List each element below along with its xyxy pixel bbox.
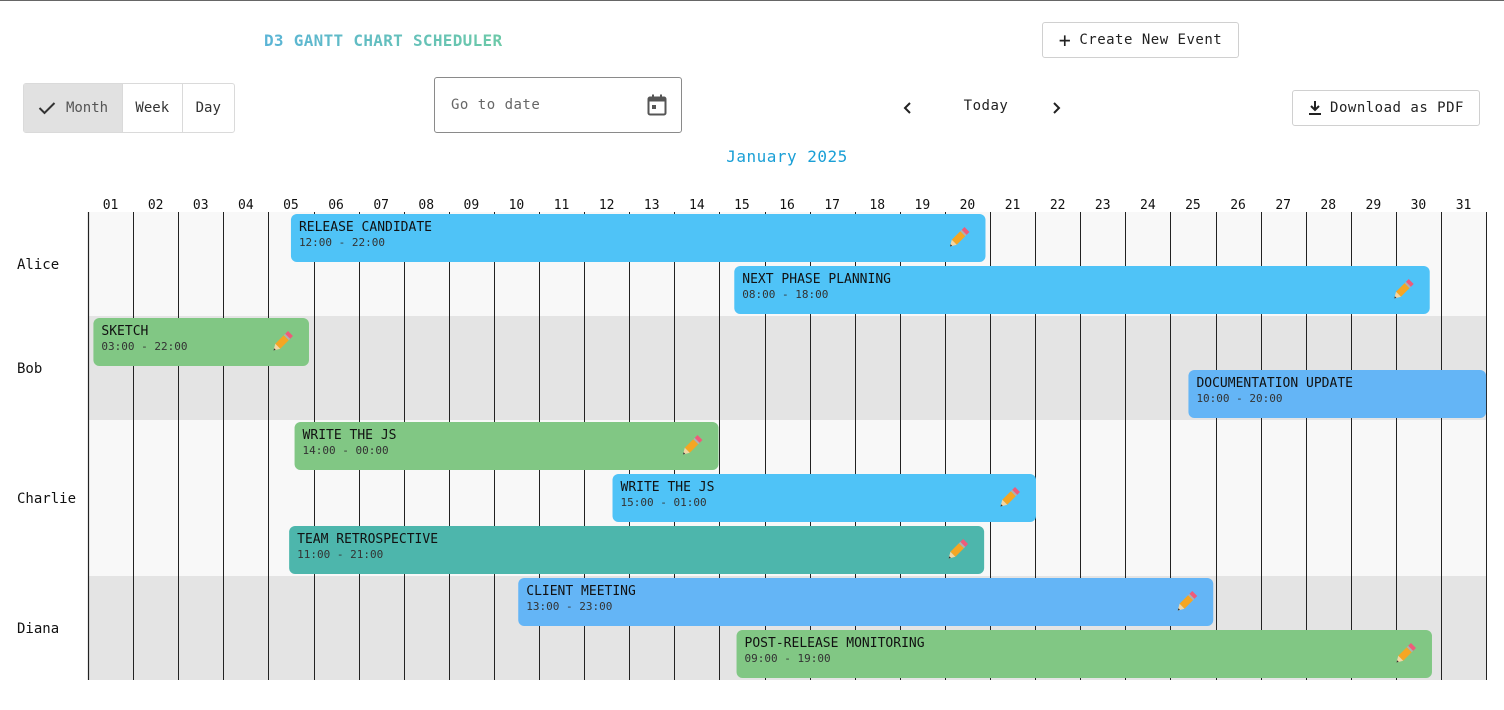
event-time: 12:00 - 22:00 [299,236,385,249]
prev-month-button[interactable] [898,97,918,119]
day-label: 03 [193,198,209,213]
event-time: 11:00 - 21:00 [297,548,383,561]
event-time: 15:00 - 01:00 [621,496,707,509]
day-label: 26 [1230,198,1246,213]
row-label: Bob [17,361,42,377]
day-label: 17 [824,198,840,213]
event-title: TEAM RETROSPECTIVE [297,532,438,547]
day-label: 11 [554,198,570,213]
day-label: 21 [1005,198,1021,213]
day-label: 02 [148,198,164,213]
create-event-button[interactable]: + Create New Event [1042,22,1239,58]
day-label: 29 [1366,198,1382,213]
day-label: 22 [1050,198,1066,213]
day-label: 10 [509,198,525,213]
row-label: Charlie [17,491,76,507]
view-week-button[interactable]: Week [123,84,183,132]
next-month-button[interactable] [1046,97,1066,119]
day-label: 08 [418,198,434,213]
event-title: CLIENT MEETING [526,584,636,599]
check-icon [38,102,56,115]
day-label: 20 [960,198,976,213]
day-label: 12 [599,198,615,213]
download-icon [1309,101,1322,115]
app-title: D3 GANTT CHART SCHEDULER [264,31,503,50]
month-label: January 2025 [726,147,848,166]
chevron-left-icon [903,102,911,114]
event-title: DOCUMENTATION UPDATE [1196,376,1353,391]
go-to-date-input[interactable] [449,96,647,114]
event-title: WRITE THE JS [303,428,397,443]
event-time: 13:00 - 23:00 [526,600,612,613]
day-label: 16 [779,198,795,213]
view-month-button[interactable]: Month [24,84,124,132]
day-label: 30 [1411,198,1427,213]
event-time: 09:00 - 19:00 [745,652,831,665]
event-title: NEXT PHASE PLANNING [742,272,891,287]
day-label: 13 [644,198,660,213]
day-label: 07 [373,198,389,213]
day-label: 28 [1320,198,1336,213]
view-day-button[interactable]: Day [183,84,235,132]
event-time: 03:00 - 22:00 [101,340,187,353]
event-title: RELEASE CANDIDATE [299,220,432,235]
day-label: 09 [464,198,480,213]
row-label: Diana [17,621,59,637]
day-label: 23 [1095,198,1111,213]
day-label: 01 [103,198,119,213]
day-label: 04 [238,198,254,213]
view-toggle-group: Month Week Day [23,83,235,133]
day-label: 24 [1140,198,1156,213]
day-label: 05 [283,198,299,213]
view-month-label: Month [65,100,109,116]
event-title: SKETCH [101,324,148,339]
event-time: 08:00 - 18:00 [742,288,828,301]
event-time: 14:00 - 00:00 [303,444,389,457]
create-event-label: Create New Event [1079,32,1223,48]
plus-icon: + [1058,28,1072,52]
day-label: 14 [689,198,705,213]
gantt-chart: Alice Bob Charlie Diana 01 02 03 04 05 06 07 08 09 10… [17,198,1487,680]
download-pdf-button[interactable]: Download as PDF [1292,90,1480,126]
event-title: POST-RELEASE MONITORING [745,636,925,651]
download-pdf-label: Download as PDF [1330,100,1464,116]
day-label: 25 [1185,198,1201,213]
day-label: 06 [328,198,344,213]
day-label: 18 [869,198,885,213]
event-title: WRITE THE JS [621,480,715,495]
go-to-date-field [434,77,682,133]
day-label: 31 [1456,198,1472,213]
day-label: 27 [1275,198,1291,213]
calendar-icon[interactable] [647,94,667,116]
today-button[interactable]: Today [956,98,1016,118]
day-label: 19 [915,198,931,213]
event-time: 10:00 - 20:00 [1196,392,1282,405]
row-label: Alice [17,257,59,273]
day-label: 15 [734,198,750,213]
chevron-right-icon [1053,102,1061,114]
